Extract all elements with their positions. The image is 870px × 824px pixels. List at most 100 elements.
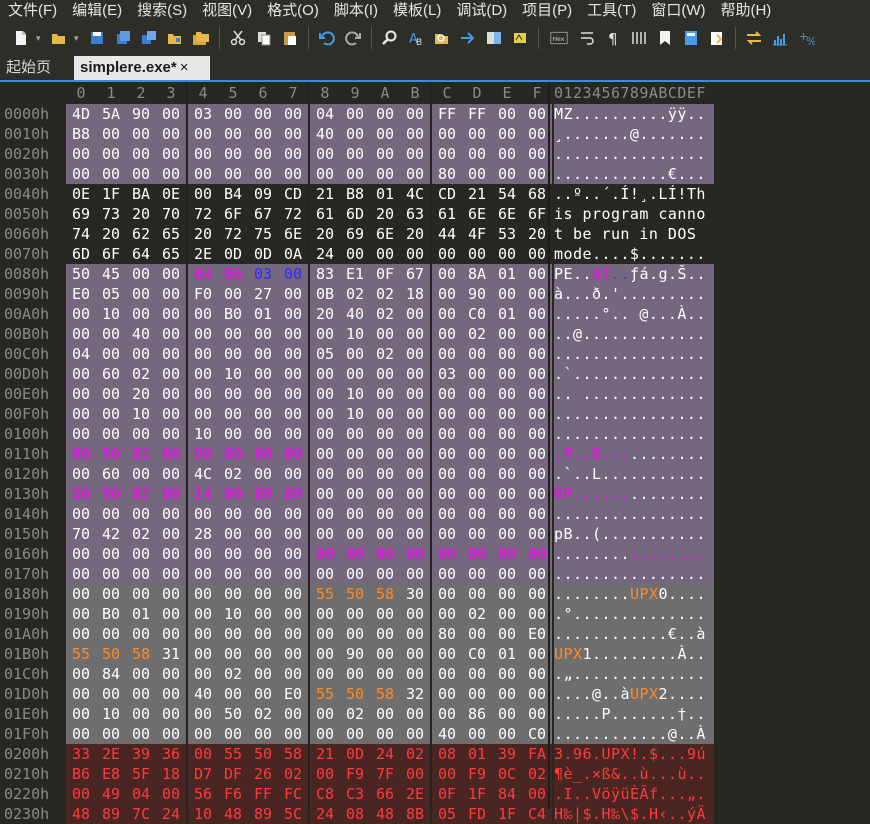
hex-byte[interactable]: 00 — [310, 544, 340, 564]
hex-byte[interactable]: E0 — [278, 684, 308, 704]
hex-byte[interactable]: 20 — [188, 224, 218, 244]
hex-byte[interactable]: 05 — [96, 284, 126, 304]
hex-byte[interactable]: 00 — [156, 584, 186, 604]
hex-byte[interactable]: 00 — [492, 584, 522, 604]
hex-byte[interactable]: 4C — [400, 184, 430, 204]
ascii-text[interactable]: .....P.......†.. — [554, 704, 714, 724]
word-wrap-icon[interactable] — [576, 27, 598, 49]
hex-byte[interactable]: 01 — [492, 264, 522, 284]
hex-byte[interactable]: 50 — [248, 744, 278, 764]
hex-byte[interactable]: FC — [278, 784, 308, 804]
hex-byte[interactable]: F6 — [218, 784, 248, 804]
hex-byte[interactable]: 62 — [126, 224, 156, 244]
hex-byte[interactable]: 00 — [370, 364, 400, 384]
hex-byte[interactable]: 02 — [218, 464, 248, 484]
hex-byte[interactable]: 0D — [340, 744, 370, 764]
hex-byte[interactable]: 00 — [278, 544, 308, 564]
hex-byte[interactable]: 00 — [188, 324, 218, 344]
compare-icon[interactable] — [483, 27, 505, 49]
hex-byte[interactable]: 58 — [370, 684, 400, 704]
hex-byte[interactable]: 32 — [400, 684, 430, 704]
hex-byte[interactable]: 48 — [370, 804, 400, 824]
hex-byte[interactable]: 00 — [156, 304, 186, 324]
hex-byte[interactable]: 4D — [66, 104, 96, 124]
hex-byte[interactable]: 00 — [96, 344, 126, 364]
hex-byte[interactable]: 10 — [96, 704, 126, 724]
hex-byte[interactable]: 00 — [310, 424, 340, 444]
hex-byte[interactable]: D0 — [188, 444, 218, 464]
menu-item[interactable]: 项目(P) — [514, 0, 579, 22]
hex-byte[interactable]: 20 — [400, 224, 430, 244]
ascii-text[interactable]: .....°.. @...À.. — [554, 304, 714, 324]
hex-byte[interactable]: 90 — [340, 644, 370, 664]
hex-byte[interactable]: 00 — [340, 444, 370, 464]
hex-byte[interactable]: 00 — [370, 484, 400, 504]
hex-byte[interactable]: 36 — [156, 744, 186, 764]
hex-byte[interactable]: 00 — [126, 544, 156, 564]
hex-byte[interactable]: 00 — [96, 684, 126, 704]
hex-byte[interactable]: 00 — [156, 444, 186, 464]
hex-byte[interactable]: 00 — [278, 564, 308, 584]
menu-item[interactable]: 模板(L) — [385, 0, 448, 22]
hex-byte[interactable]: 0D — [218, 244, 248, 264]
hex-byte[interactable]: 00 — [310, 664, 340, 684]
hex-byte[interactable]: 04 — [126, 784, 156, 804]
columns-icon[interactable] — [628, 27, 650, 49]
hex-byte[interactable]: 00 — [400, 404, 430, 424]
hex-byte[interactable]: 02 — [248, 704, 278, 724]
hex-byte[interactable]: 20 — [126, 384, 156, 404]
hex-byte[interactable]: 00 — [188, 564, 218, 584]
hex-byte[interactable]: 00 — [432, 284, 462, 304]
hex-byte[interactable]: 00 — [340, 544, 370, 564]
hex-byte[interactable]: 02 — [340, 704, 370, 724]
hex-byte[interactable]: 00 — [400, 364, 430, 384]
hex-byte[interactable]: 00 — [340, 144, 370, 164]
tab-simplere-exe[interactable]: simplere.exe* × — [74, 56, 210, 80]
hex-byte[interactable]: 00 — [156, 424, 186, 444]
copy-icon[interactable] — [253, 27, 275, 49]
hex-byte[interactable]: 20 — [126, 204, 156, 224]
hex-byte[interactable]: 00 — [340, 364, 370, 384]
hex-byte[interactable]: 00 — [310, 644, 340, 664]
hex-byte[interactable]: 00 — [340, 164, 370, 184]
hex-byte[interactable]: 00 — [492, 324, 522, 344]
hex-byte[interactable]: 00 — [462, 544, 492, 564]
hex-byte[interactable]: 03 — [188, 104, 218, 124]
hex-byte[interactable]: 00 — [492, 504, 522, 524]
hex-byte[interactable]: 24 — [310, 804, 340, 824]
hex-byte[interactable]: 00 — [432, 444, 462, 464]
hex-byte[interactable]: 00 — [248, 464, 278, 484]
hex-byte[interactable]: 00 — [400, 244, 430, 264]
hex-byte[interactable]: 90 — [462, 284, 492, 304]
hex-byte[interactable]: 00 — [126, 624, 156, 644]
hex-byte[interactable]: 60 — [96, 464, 126, 484]
hex-byte[interactable]: 00 — [400, 704, 430, 724]
hex-byte[interactable]: 20 — [310, 304, 340, 324]
hex-byte[interactable]: 00 — [278, 284, 308, 304]
hex-byte[interactable]: 00 — [188, 184, 218, 204]
hex-byte[interactable]: 00 — [370, 504, 400, 524]
hex-byte[interactable]: 6E — [370, 224, 400, 244]
hex-byte[interactable]: 6E — [462, 204, 492, 224]
hex-byte[interactable]: 00 — [340, 464, 370, 484]
hex-byte[interactable]: 00 — [218, 384, 248, 404]
hex-byte[interactable]: 00 — [218, 404, 248, 424]
hex-byte[interactable]: 00 — [400, 764, 430, 784]
hex-byte[interactable]: 00 — [156, 164, 186, 184]
hex-byte[interactable]: 00 — [126, 284, 156, 304]
hex-byte[interactable]: 02 — [126, 444, 156, 464]
hex-byte[interactable]: 00 — [126, 344, 156, 364]
hex-byte[interactable]: 00 — [66, 544, 96, 564]
hex-byte[interactable]: 18 — [156, 764, 186, 784]
hex-byte[interactable]: 54 — [492, 184, 522, 204]
hex-byte[interactable]: 00 — [66, 384, 96, 404]
hex-byte[interactable]: BA — [126, 184, 156, 204]
hex-byte[interactable]: 00 — [492, 124, 522, 144]
ascii-text[interactable]: ............€... — [554, 164, 714, 184]
hex-byte[interactable]: 00 — [462, 424, 492, 444]
hex-byte[interactable]: 00 — [310, 524, 340, 544]
hex-byte[interactable]: 40 — [188, 684, 218, 704]
hex-byte[interactable]: 00 — [462, 124, 492, 144]
hex-byte[interactable]: 00 — [278, 364, 308, 384]
hex-byte[interactable]: 00 — [156, 704, 186, 724]
